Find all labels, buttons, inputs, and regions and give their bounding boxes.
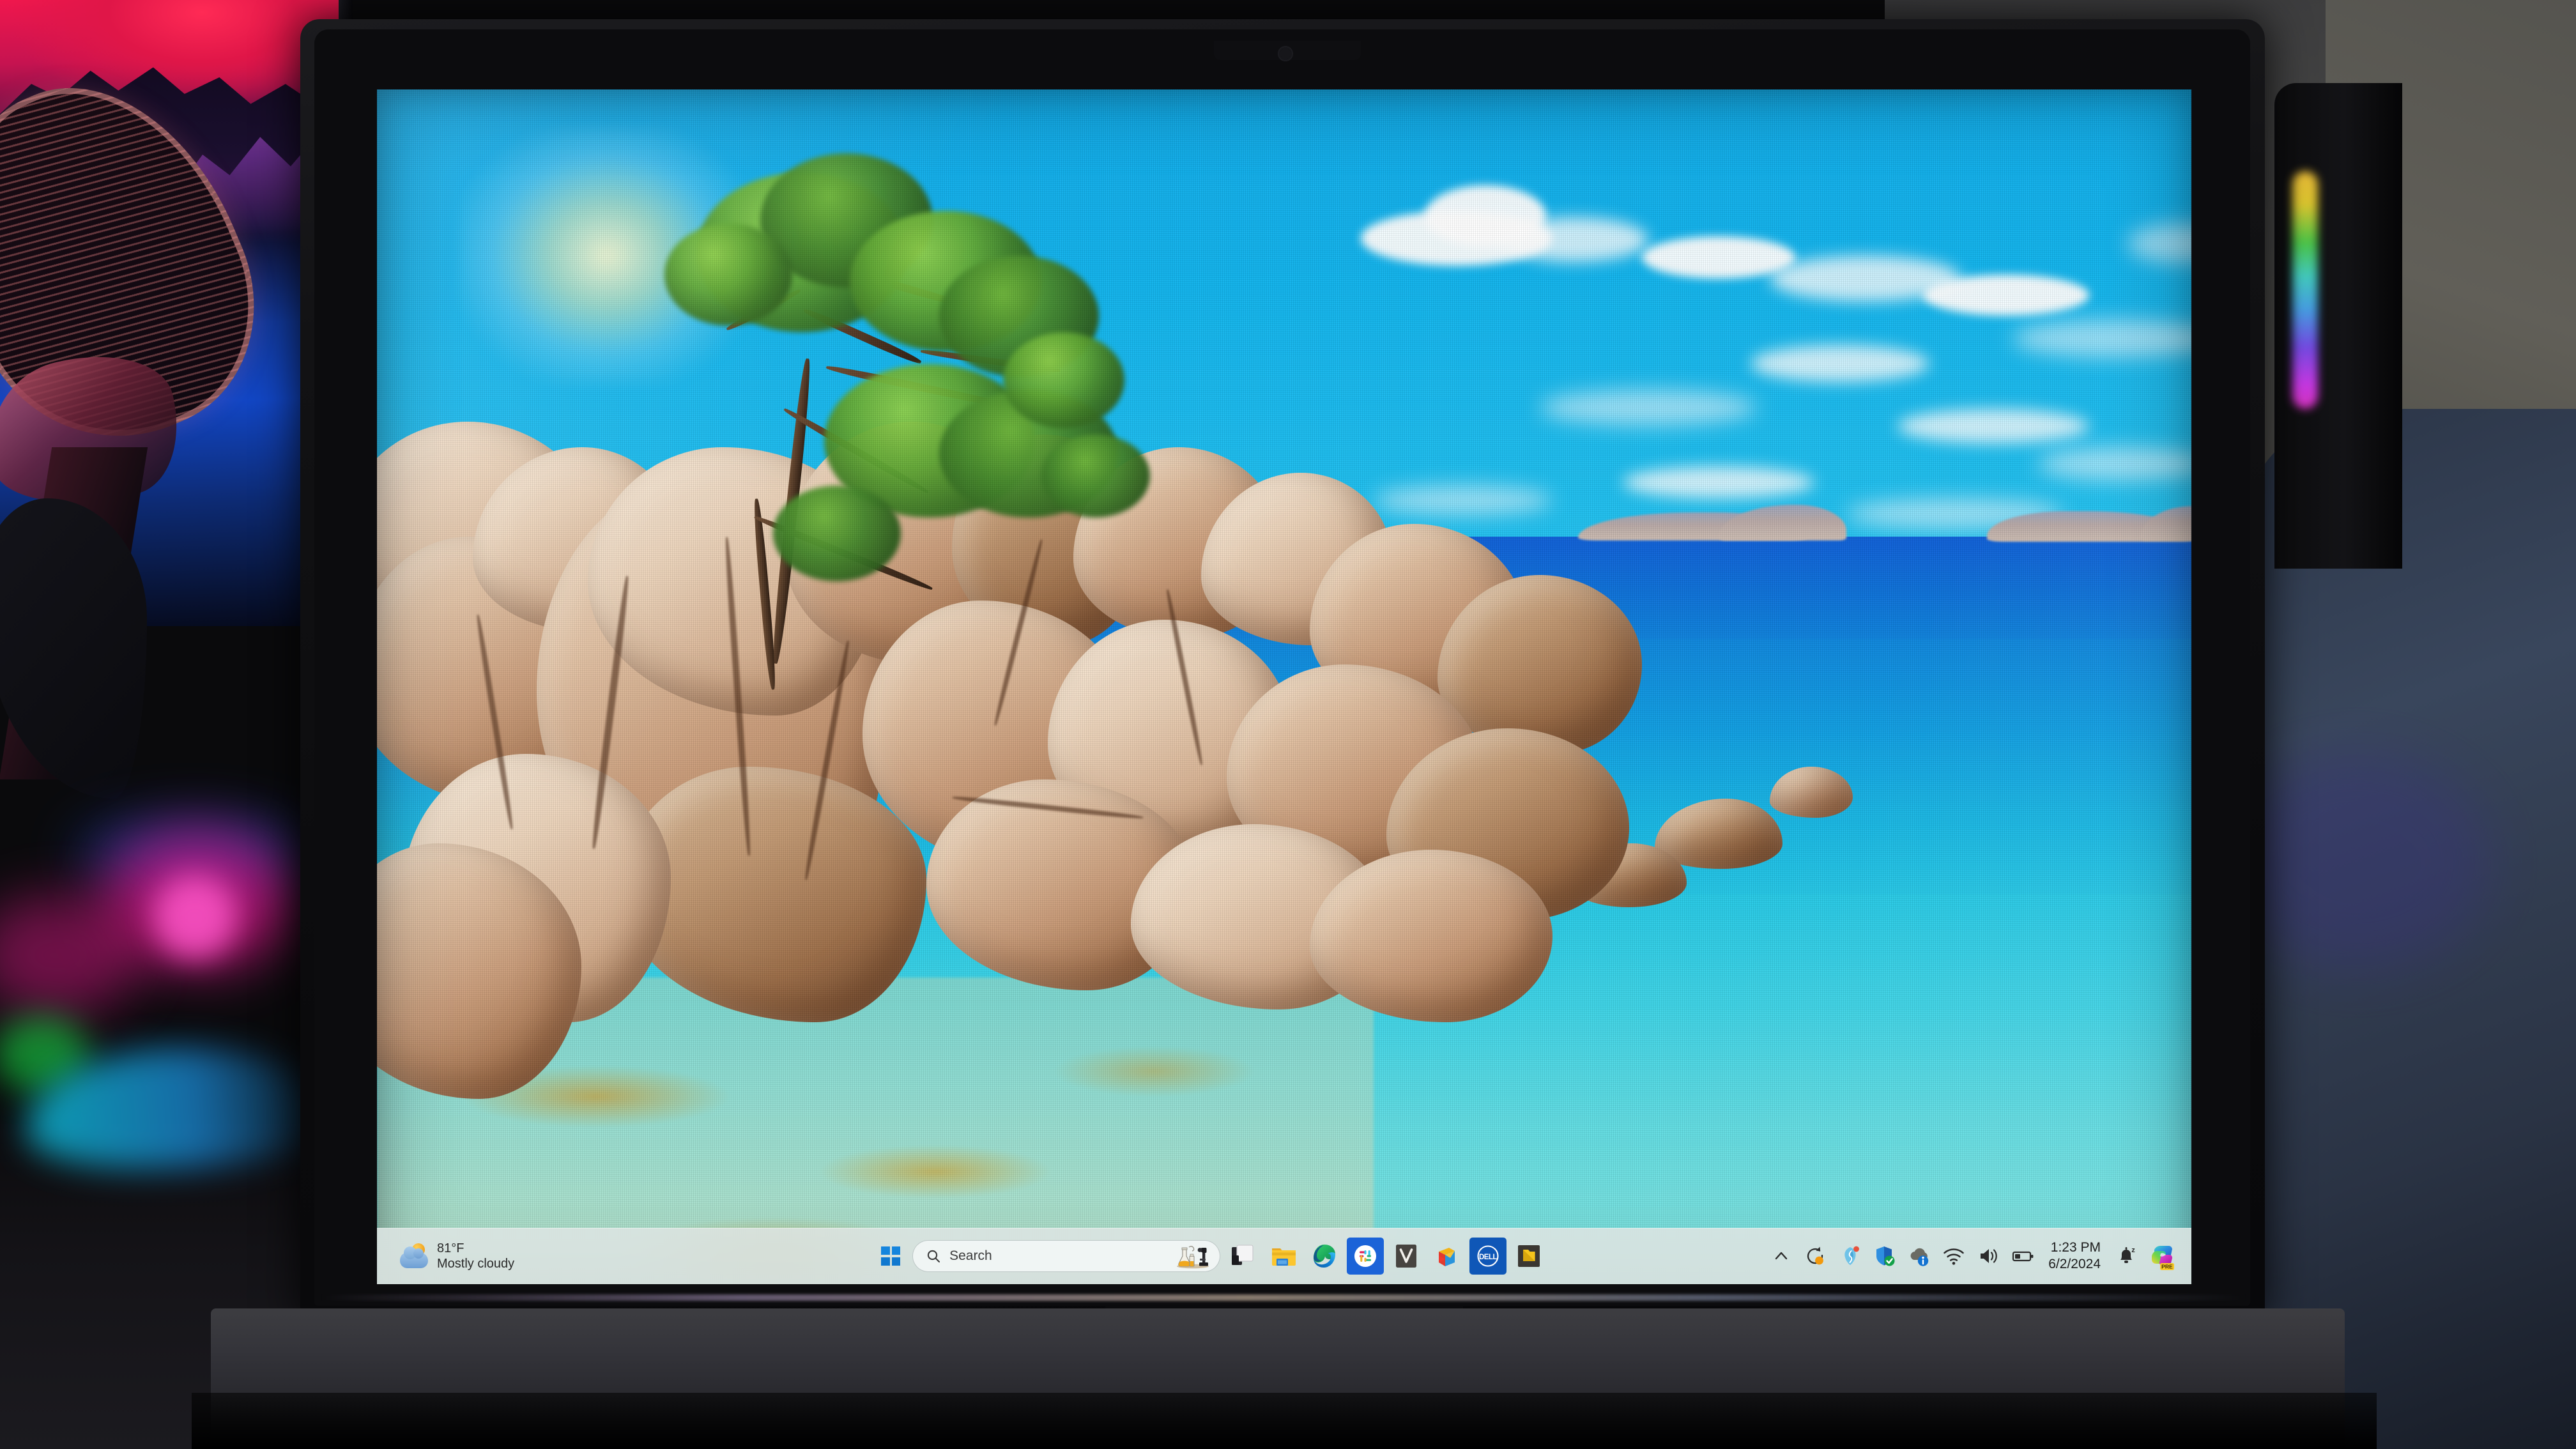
- taskbar-app-dell[interactable]: DELL: [1469, 1238, 1507, 1275]
- search-placeholder: Search: [949, 1248, 992, 1263]
- clock-date: 6/2/2024: [2048, 1257, 2101, 1271]
- speaker-icon: [1981, 1249, 1997, 1263]
- search-icon: [927, 1250, 940, 1263]
- tray-support-button[interactable]: [1837, 1243, 1863, 1269]
- magenta-led-point: [153, 875, 236, 958]
- lid-bottom-reflection: [319, 1294, 2249, 1301]
- cloud: [1751, 345, 1929, 382]
- science-lab-icon: [1177, 1246, 1209, 1269]
- tray-battery-button[interactable]: [2010, 1243, 2035, 1269]
- task-view-icon: [1232, 1245, 1254, 1265]
- clock-widget[interactable]: 1:23 PM 6/2/2024: [2044, 1239, 2104, 1273]
- slack-icon: [1354, 1245, 1377, 1267]
- clock-time: 1:23 PM: [2050, 1239, 2101, 1255]
- blue-glow-light: [77, 818, 307, 888]
- tree-foliage: [773, 486, 901, 581]
- svg-text:DELL: DELL: [1479, 1254, 1498, 1261]
- show-hidden-icons-button[interactable]: [1768, 1243, 1794, 1269]
- wifi-icon: [1943, 1248, 1964, 1265]
- rgb-light-strip-icon: [2292, 171, 2318, 409]
- magenta-glow-light: [102, 831, 294, 971]
- webcam-icon: [1278, 46, 1293, 61]
- weather-text: 81°F Mostly cloudy: [437, 1241, 514, 1272]
- taskbar[interactable]: 81°F Mostly cloudy Start Search: [377, 1228, 2191, 1284]
- bell-sleep-icon: z: [2120, 1246, 2135, 1263]
- taskbar-app-slack[interactable]: [1347, 1238, 1384, 1275]
- cloud: [1540, 390, 1757, 425]
- laptop-screen: 81°F Mostly cloudy Start Search: [377, 89, 2191, 1284]
- taskbar-app-file-explorer[interactable]: [1265, 1238, 1302, 1275]
- file-explorer-icon: [1272, 1248, 1296, 1266]
- cloud: [1374, 486, 1552, 515]
- tray-updates-button[interactable]: [1803, 1243, 1828, 1269]
- taskbar-left-section: 81°F Mostly cloudy: [377, 1238, 652, 1275]
- sync-update-icon: [1807, 1246, 1824, 1265]
- start-button[interactable]: Start: [873, 1238, 908, 1274]
- partly-cloudy-icon: [400, 1243, 429, 1269]
- laptop-base-shadow: [192, 1393, 2377, 1449]
- cloud: [1923, 275, 2089, 316]
- v-app-icon: [1396, 1245, 1417, 1268]
- copilot-preview-badge: PRE: [2161, 1264, 2173, 1270]
- taskbar-app-v[interactable]: [1388, 1238, 1425, 1275]
- cloud-info-icon: [1910, 1248, 1929, 1266]
- folder-app-icon: [1518, 1245, 1540, 1267]
- support-icon: [1844, 1246, 1860, 1265]
- notifications-button[interactable]: z: [2113, 1243, 2139, 1269]
- dell-icon: DELL: [1477, 1245, 1499, 1267]
- taskbar-app-folder[interactable]: [1510, 1238, 1547, 1275]
- svg-text:z: z: [2131, 1246, 2135, 1254]
- edge-icon: [1314, 1245, 1336, 1268]
- taskbar-app-task-view[interactable]: [1224, 1238, 1261, 1275]
- tray-info-button[interactable]: [1906, 1243, 1932, 1269]
- copilot-button[interactable]: PRE: [2148, 1241, 2179, 1271]
- search-input[interactable]: Search: [912, 1240, 1221, 1272]
- cube-app-icon: [1439, 1248, 1455, 1266]
- tree-foliage: [1041, 434, 1150, 518]
- copilot-icon: PRE: [2152, 1246, 2174, 1270]
- tree-foliage: [1003, 332, 1124, 428]
- tray-volume-button[interactable]: [1975, 1243, 2001, 1269]
- weather-condition: Mostly cloudy: [437, 1257, 515, 1271]
- taskbar-tray: 1:23 PM 6/2/2024 z PRE: [1768, 1239, 2191, 1273]
- cloud: [1897, 409, 2089, 443]
- tree-foliage: [664, 224, 792, 326]
- taskbar-app-cube[interactable]: [1429, 1238, 1466, 1275]
- cloud: [1623, 466, 1814, 498]
- tray-network-button[interactable]: [1941, 1243, 1966, 1269]
- taskbar-app-edge[interactable]: [1306, 1238, 1343, 1275]
- taskbar-center-section: Start Search: [652, 1238, 1768, 1275]
- battery-icon: [2012, 1251, 2034, 1262]
- cyan-light-strip: [26, 1048, 332, 1169]
- cloud: [1501, 217, 1648, 262]
- shield-check-icon: [1876, 1246, 1895, 1266]
- chevron-up-icon: [1775, 1252, 1788, 1260]
- weather-temperature: 81°F: [437, 1241, 464, 1255]
- weather-widget[interactable]: 81°F Mostly cloudy: [394, 1238, 521, 1275]
- tray-windows-security-button[interactable]: [1872, 1243, 1897, 1269]
- magenta-glow-light-2: [0, 894, 141, 1016]
